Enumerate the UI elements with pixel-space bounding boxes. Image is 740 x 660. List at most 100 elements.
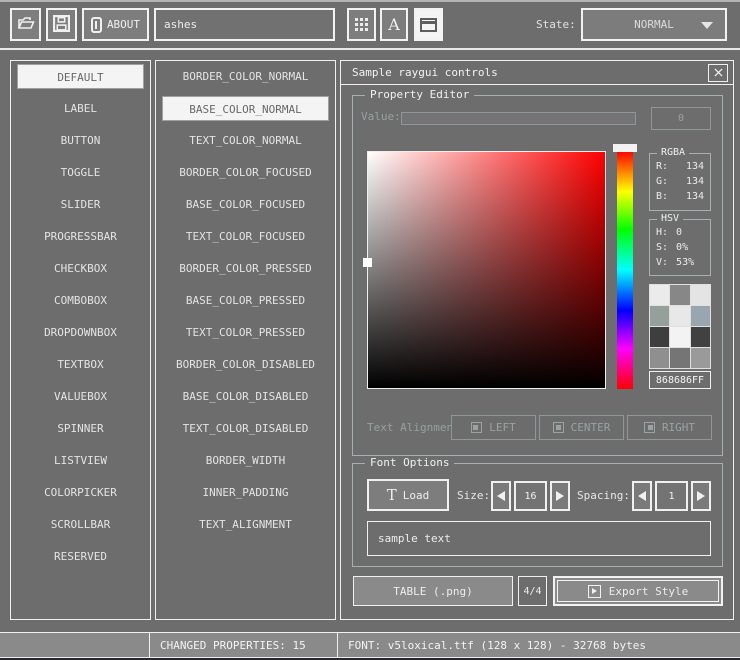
export-style-button[interactable]: Export Style <box>553 576 723 606</box>
font-type-icon: T <box>387 488 397 503</box>
status-changed-properties: CHANGED PROPERTIES: 15 <box>150 633 338 657</box>
hue-slider-handle[interactable] <box>613 144 637 152</box>
load-font-button[interactable]: T Load <box>367 479 449 511</box>
folder-open-icon <box>17 16 35 33</box>
palette-swatch[interactable] <box>691 327 710 347</box>
palette-swatch[interactable] <box>670 348 689 368</box>
control-item-label[interactable]: LABEL <box>17 96 144 121</box>
palette-swatch[interactable] <box>650 348 669 368</box>
chevron-down-icon <box>701 22 713 29</box>
style-name-input[interactable] <box>154 8 335 41</box>
h-value: 0 <box>676 225 682 240</box>
align-center-label: CENTER <box>571 421 611 434</box>
property-item-border-color-pressed[interactable]: BORDER_COLOR_PRESSED <box>162 256 329 281</box>
property-item-text-alignment[interactable]: TEXT_ALIGNMENT <box>162 512 329 537</box>
property-item-text-color-focused[interactable]: TEXT_COLOR_FOCUSED <box>162 224 329 249</box>
arrow-right-icon <box>556 491 564 501</box>
hex-color-input[interactable]: 868686FF <box>649 371 711 389</box>
r-label: R: <box>656 159 668 174</box>
hsv-v-row: V: 53% <box>650 255 710 270</box>
control-item-toggle[interactable]: TOGGLE <box>17 160 144 185</box>
property-item-text-color-pressed[interactable]: TEXT_COLOR_PRESSED <box>162 320 329 345</box>
size-value-box[interactable]: 16 <box>514 481 547 511</box>
property-item-inner-padding[interactable]: INNER_PADDING <box>162 480 329 505</box>
palette-swatch[interactable] <box>650 306 669 326</box>
rgba-group: RGBA R: 134 G: 134 B: 134 <box>649 153 711 211</box>
spacing-decrement-button[interactable] <box>632 481 652 511</box>
h-label: H: <box>656 225 668 240</box>
s-value: 0% <box>676 240 688 255</box>
arrow-right-icon <box>697 491 705 501</box>
spacing-increment-button[interactable] <box>691 481 711 511</box>
property-item-base-color-normal[interactable]: BASE_COLOR_NORMAL <box>162 96 329 121</box>
value-label: Value: <box>361 110 401 123</box>
hsv-h-row: H: 0 <box>650 225 710 240</box>
control-item-colorpicker[interactable]: COLORPICKER <box>17 480 144 505</box>
control-item-valuebox[interactable]: VALUEBOX <box>17 384 144 409</box>
grid-toggle-button[interactable] <box>347 8 376 41</box>
color-picker-cursor[interactable] <box>363 258 372 267</box>
align-left-icon <box>471 422 482 433</box>
save-style-button[interactable] <box>46 8 77 41</box>
property-item-border-width[interactable]: BORDER_WIDTH <box>162 448 329 473</box>
property-item-base-color-pressed[interactable]: BASE_COLOR_PRESSED <box>162 288 329 313</box>
property-item-text-color-normal[interactable]: TEXT_COLOR_NORMAL <box>162 128 329 153</box>
s-label: S: <box>656 240 668 255</box>
state-dropdown[interactable]: NORMAL <box>581 8 727 41</box>
control-item-spinner[interactable]: SPINNER <box>17 416 144 441</box>
load-button-label: Load <box>403 489 430 502</box>
sample-text-input[interactable]: sample text <box>367 521 711 556</box>
floppy-save-icon <box>53 15 70 35</box>
control-item-progressbar[interactable]: PROGRESSBAR <box>17 224 144 249</box>
property-item-base-color-disabled[interactable]: BASE_COLOR_DISABLED <box>162 384 329 409</box>
property-item-text-color-disabled[interactable]: TEXT_COLOR_DISABLED <box>162 416 329 441</box>
align-center-icon <box>553 422 564 433</box>
palette-swatch[interactable] <box>670 327 689 347</box>
property-item-border-color-focused[interactable]: BORDER_COLOR_FOCUSED <box>162 160 329 185</box>
property-item-border-color-normal[interactable]: BORDER_COLOR_NORMAL <box>162 64 329 89</box>
export-icon <box>588 585 601 598</box>
v-label: V: <box>656 255 668 270</box>
palette-swatch[interactable] <box>650 327 669 347</box>
rguistyler-app: ABOUT A State: NORMAL DEFAULT LABEL BUTT… <box>0 0 740 660</box>
close-button[interactable] <box>708 64 728 82</box>
control-item-scrollbar[interactable]: SCROLLBAR <box>17 512 144 537</box>
size-increment-button[interactable] <box>550 481 570 511</box>
palette-swatch[interactable] <box>691 285 710 305</box>
control-item-listview[interactable]: LISTVIEW <box>17 448 144 473</box>
align-right-button: RIGHT <box>627 415 712 440</box>
sample-controls-window: Sample raygui controls Property Editor V… <box>340 60 734 620</box>
r-value: 134 <box>686 159 704 174</box>
size-decrement-button[interactable] <box>491 481 511 511</box>
control-item-default[interactable]: DEFAULT <box>17 64 144 89</box>
palette-swatch[interactable] <box>691 306 710 326</box>
open-style-button[interactable] <box>10 8 41 41</box>
state-dropdown-value: NORMAL <box>634 18 674 31</box>
info-icon <box>91 17 102 33</box>
export-format-dropdown[interactable]: TABLE (.png) <box>353 576 513 606</box>
hue-bar[interactable] <box>617 151 633 389</box>
window-titlebar[interactable]: Sample raygui controls <box>341 61 733 85</box>
about-button-label: ABOUT <box>107 18 140 31</box>
control-item-slider[interactable]: SLIDER <box>17 192 144 217</box>
about-button[interactable]: ABOUT <box>82 8 149 41</box>
control-item-textbox[interactable]: TEXTBOX <box>17 352 144 377</box>
control-item-combobox[interactable]: COMBOBOX <box>17 288 144 313</box>
g-value: 134 <box>686 174 704 189</box>
spacing-label: Spacing: <box>577 489 630 502</box>
control-item-button[interactable]: BUTTON <box>17 128 144 153</box>
property-item-base-color-focused[interactable]: BASE_COLOR_FOCUSED <box>162 192 329 217</box>
window-toggle-button[interactable] <box>414 8 443 41</box>
palette-swatch[interactable] <box>650 285 669 305</box>
color-picker-panel[interactable] <box>367 151 606 389</box>
control-item-checkbox[interactable]: CHECKBOX <box>17 256 144 281</box>
palette-swatch[interactable] <box>691 348 710 368</box>
palette-swatch[interactable] <box>670 306 689 326</box>
font-toggle-button[interactable]: A <box>380 8 408 41</box>
control-item-reserved[interactable]: RESERVED <box>17 544 144 569</box>
control-item-dropdownbox[interactable]: DROPDOWNBOX <box>17 320 144 345</box>
close-icon <box>714 67 723 80</box>
spacing-value-box[interactable]: 1 <box>655 481 688 511</box>
property-item-border-color-disabled[interactable]: BORDER_COLOR_DISABLED <box>162 352 329 377</box>
palette-swatch[interactable] <box>670 285 689 305</box>
